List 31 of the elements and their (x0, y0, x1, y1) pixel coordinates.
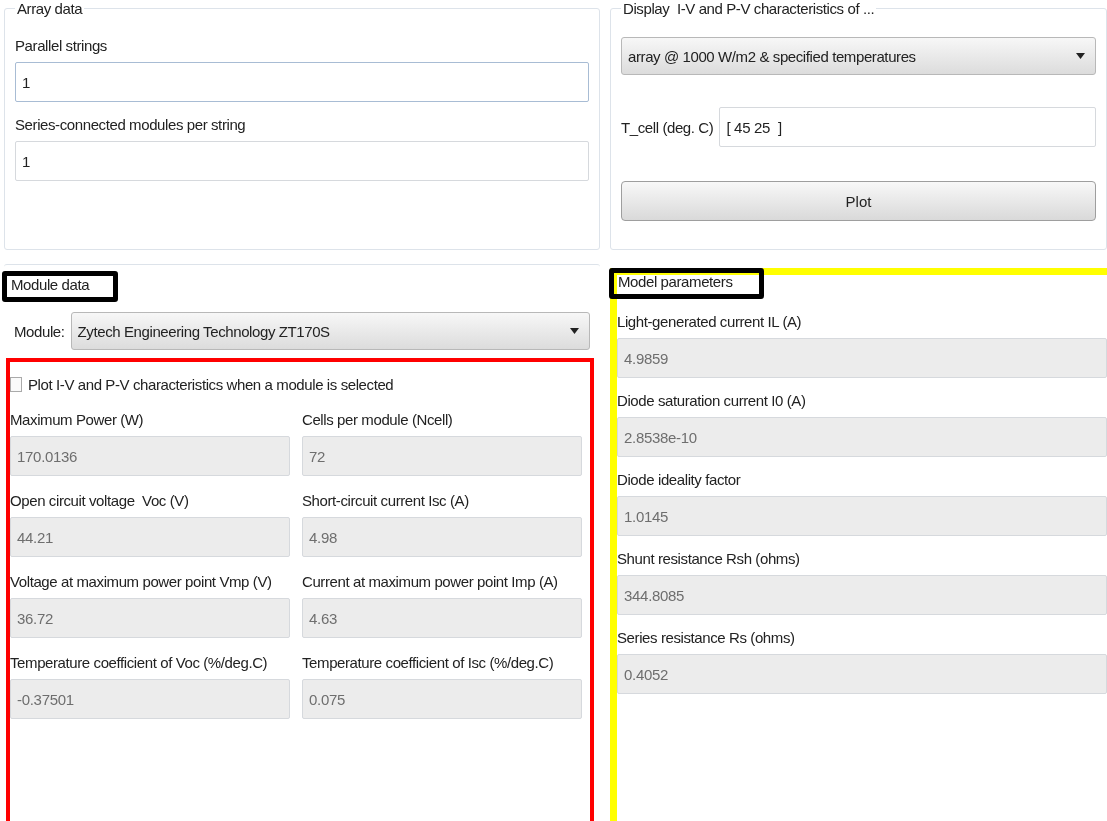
field-label: Current at maximum power point Imp (A) (302, 572, 559, 592)
field-label: Diode ideality factor (617, 470, 742, 490)
input-field[interactable]: 1 (15, 141, 589, 181)
field-label: Module: (14, 322, 65, 340)
group-title: Display I-V and P-V characteristics of ... (622, 0, 876, 17)
checkbox[interactable] (10, 377, 22, 392)
field-label: Short-circuit current Isc (A) (302, 491, 470, 511)
module-dropdown[interactable]: Zytech Engineering Technology ZT170S (70, 312, 590, 350)
checkbox-label: Plot I-V and P-V characteristics when a module is selected (28, 376, 394, 393)
field-label: Parallel strings (15, 36, 108, 56)
field-label: Temperature coefficient of Isc (%/deg.C) (302, 653, 555, 673)
field-label: Maximum Power (W) (10, 410, 145, 430)
field-label: Voltage at maximum power point Vmp (V) (10, 572, 273, 592)
group-title: Array data (16, 0, 84, 17)
field-label: Series-connected modules per string (15, 115, 247, 135)
input-field[interactable]: 1 (15, 62, 589, 102)
field-label: Light-generated current IL (A) (617, 312, 803, 332)
field-label: Series resistance Rs (ohms) (617, 628, 796, 648)
caret-icon (570, 328, 579, 334)
field-label: Diode saturation current I0 (A) (617, 391, 807, 411)
field-label: Temperature coefficient of Voc (%/deg.C) (10, 653, 269, 673)
field-label: T_cell (deg. C) (621, 118, 714, 136)
group-title: Model parameters (617, 273, 734, 290)
field-label: Open circuit voltage Voc (V) (10, 491, 190, 511)
input-field[interactable]: [ 45 25 ] (719, 107, 1096, 147)
field-label: Shunt resistance Rsh (ohms) (617, 549, 801, 569)
group-title: Module data (10, 276, 91, 293)
field-label: Cells per module (Ncell) (302, 410, 454, 430)
caret-icon (1076, 53, 1085, 59)
display-dropdown[interactable]: array @ 1000 W/m2 & specified temperatures (621, 37, 1096, 75)
plot-button[interactable]: Plot (621, 181, 1096, 221)
